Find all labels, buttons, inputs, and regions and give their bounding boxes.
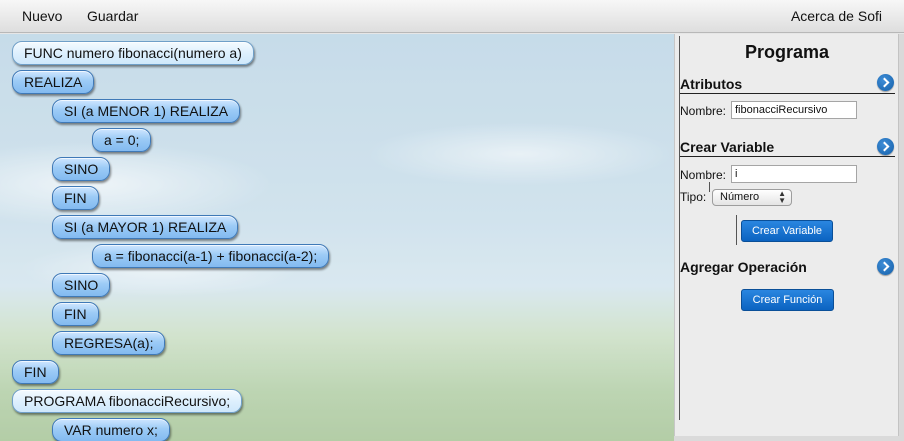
menu-acerca-de[interactable]: Acerca de Sofi: [791, 8, 882, 24]
section-crear-variable-title: Crear Variable: [680, 139, 775, 155]
menu-nuevo[interactable]: Nuevo: [22, 8, 62, 24]
panel-bottom-edge: [674, 436, 900, 441]
connector-line: [736, 215, 737, 245]
code-block-sino[interactable]: SINO: [52, 273, 111, 297]
program-panel: Programa Atributos Nombre: Crear Variabl…: [674, 34, 900, 436]
variable-type-value: Número: [720, 191, 760, 203]
window-edge: [898, 34, 904, 441]
code-block-si-mayor[interactable]: SI (a MAYOR 1) REALIZA: [52, 215, 239, 239]
connector-line: [709, 182, 710, 192]
section-atributos-title: Atributos: [680, 76, 743, 92]
section-divider: [680, 93, 895, 94]
code-block-fin[interactable]: FIN: [52, 302, 99, 326]
code-block-func[interactable]: FUNC numero fibonacci(numero a): [12, 41, 254, 65]
code-block-si-menor[interactable]: SI (a MENOR 1) REALIZA: [52, 99, 241, 123]
section-agregar-operacion-title: Agregar Operación: [680, 259, 807, 275]
code-block-var[interactable]: VAR numero x;: [52, 418, 170, 441]
code-block-fin[interactable]: FIN: [52, 186, 99, 210]
chevron-right-circle-icon[interactable]: [877, 74, 894, 91]
panel-title: Programa: [745, 42, 830, 62]
atributos-nombre-label: Nombre:: [680, 104, 727, 118]
code-block-fin[interactable]: FIN: [12, 360, 59, 384]
code-block-regresa[interactable]: REGRESA(a);: [52, 331, 166, 355]
code-block-programa[interactable]: PROGRAMA fibonacciRecursivo;: [12, 389, 243, 413]
code-block-assign-zero[interactable]: a = 0;: [92, 128, 152, 152]
crear-funcion-button[interactable]: Crear Función: [741, 289, 834, 311]
up-down-arrows-icon: ▲ ▼: [778, 189, 786, 205]
code-canvas[interactable]: FUNC numero fibonacci(numero a) REALIZA …: [0, 34, 674, 441]
variable-type-select[interactable]: Número ▲ ▼: [712, 189, 792, 206]
variable-nombre-label: Nombre:: [680, 168, 727, 182]
menu-bar: Nuevo Guardar Acerca de Sofi: [0, 0, 904, 33]
code-block-sino[interactable]: SINO: [52, 157, 111, 181]
code-block-assign-fibonacci[interactable]: a = fibonacci(a-1) + fibonacci(a-2);: [92, 244, 330, 268]
chevron-right-circle-icon[interactable]: [877, 258, 894, 275]
chevron-right-circle-icon[interactable]: [877, 138, 894, 155]
variable-name-input[interactable]: [731, 165, 857, 183]
variable-tipo-label: Tipo:: [680, 190, 707, 204]
crear-variable-button[interactable]: Crear Variable: [741, 220, 833, 242]
program-name-input[interactable]: [731, 101, 857, 119]
section-divider: [680, 156, 895, 157]
menu-guardar[interactable]: Guardar: [87, 8, 138, 24]
code-block-realiza[interactable]: REALIZA: [12, 70, 95, 94]
